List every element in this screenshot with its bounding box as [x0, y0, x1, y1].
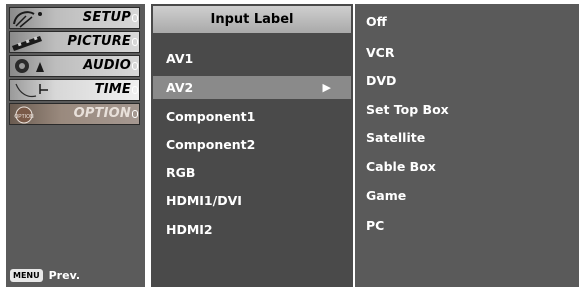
input-label-title: Input Label — [153, 6, 351, 33]
menu-footer-hint: MENU Prev. — [10, 267, 80, 283]
option-badge-icon: OPTION — [14, 106, 34, 124]
svg-text:OPTION: OPTION — [14, 114, 34, 120]
option-set-top-box[interactable]: Set Top Box — [366, 99, 449, 121]
input-item-component1[interactable]: Component1 — [153, 105, 351, 128]
input-item-label: RGB — [166, 165, 196, 180]
input-item-hdmi1-dvi[interactable]: HDMI1/DVI — [153, 189, 351, 212]
menu-item-label: TIME — [94, 82, 131, 97]
menu-item-option[interactable]: OPTION OPTION — [9, 103, 140, 125]
submenu-arrow-icon: ▶ — [322, 81, 331, 94]
option-dvd[interactable]: DVD — [366, 70, 396, 92]
input-item-component2[interactable]: Component2 — [153, 133, 351, 156]
satellite-dish-icon — [13, 11, 42, 28]
input-item-rgb[interactable]: RGB — [153, 161, 351, 184]
menu-notch-icon — [132, 14, 138, 22]
menu-notch-icon — [132, 62, 138, 70]
input-item-label: HDMI1/DVI — [166, 193, 242, 208]
option-cable-box[interactable]: Cable Box — [366, 156, 436, 178]
menu-item-time[interactable]: TIME — [9, 79, 140, 101]
input-label-panel: Input Label AV1 AV2 ▶ Component1 Compone… — [151, 4, 353, 287]
input-item-hdmi2[interactable]: HDMI2 — [153, 218, 351, 241]
label-options-panel: Off VCR DVD Set Top Box Satellite Cable … — [355, 4, 579, 287]
menu-item-label: AUDIO — [83, 58, 131, 73]
input-item-av1[interactable]: AV1 — [153, 47, 351, 70]
clock-icon — [15, 83, 48, 98]
input-item-label: Component2 — [166, 137, 256, 152]
menu-notch-icon — [132, 86, 138, 94]
option-satellite[interactable]: Satellite — [366, 127, 425, 149]
menu-item-label: PICTURE — [67, 34, 131, 49]
option-game[interactable]: Game — [366, 185, 406, 207]
input-item-label: Component1 — [166, 109, 256, 124]
option-vcr[interactable]: VCR — [366, 42, 394, 64]
menu-notch-icon — [132, 38, 138, 46]
input-item-label: AV1 — [166, 51, 194, 66]
menu-item-picture[interactable]: PICTURE — [9, 31, 140, 53]
input-item-label: HDMI2 — [166, 222, 213, 237]
menu-footer-text: Prev. — [48, 268, 81, 282]
input-item-av2[interactable]: AV2 ▶ — [153, 76, 351, 99]
menu-key-badge: MENU — [10, 268, 43, 282]
option-off[interactable]: Off — [366, 11, 387, 33]
menu-item-label: OPTION — [73, 106, 131, 121]
main-menu-panel: SETUP PICTURE AUDIO TIME OPTION OPTION M… — [6, 4, 145, 287]
input-item-label: AV2 — [166, 80, 194, 95]
menu-notch-icon — [132, 110, 138, 118]
menu-item-setup[interactable]: SETUP — [9, 7, 140, 29]
speaker-icon — [15, 59, 44, 73]
option-pc[interactable]: PC — [366, 215, 384, 237]
film-strip-icon — [12, 36, 42, 51]
menu-item-audio[interactable]: AUDIO — [9, 55, 140, 77]
menu-item-label: SETUP — [82, 10, 131, 25]
